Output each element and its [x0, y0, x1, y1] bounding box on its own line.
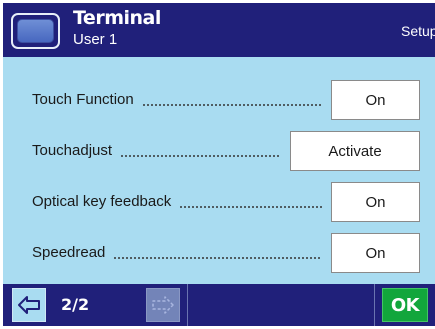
- setting-row-touchadjust: Touchadjust Activate: [3, 131, 435, 171]
- page-title: Terminal: [73, 7, 161, 29]
- setting-label: Touchadjust: [32, 141, 280, 161]
- terminal-setup-screen: Terminal User 1 Setup Touch Function On …: [3, 3, 435, 326]
- dotted-leader: [120, 155, 280, 157]
- arrow-right-disabled-icon: [152, 296, 174, 314]
- footer-bar: 2/2 OK: [3, 284, 435, 326]
- touchadjust-button[interactable]: Activate: [290, 131, 420, 171]
- previous-page-button[interactable]: [12, 288, 46, 322]
- dotted-leader: [141, 104, 322, 106]
- setting-row-optical-key-feedback: Optical key feedback On: [3, 182, 435, 222]
- setup-label: Setup: [401, 23, 435, 39]
- next-page-button[interactable]: [146, 288, 180, 322]
- setting-label: Optical key feedback: [32, 192, 322, 212]
- page-indicator: 2/2: [61, 295, 90, 314]
- ok-button[interactable]: OK: [382, 288, 428, 322]
- user-label: User 1: [73, 31, 118, 48]
- footer-divider: [374, 284, 375, 326]
- optical-key-feedback-button[interactable]: On: [331, 182, 420, 222]
- setting-row-speedread: Speedread On: [3, 233, 435, 273]
- footer-divider: [187, 284, 188, 326]
- dotted-leader: [179, 206, 322, 208]
- header-bar: Terminal User 1 Setup: [3, 3, 435, 57]
- terminal-icon-screen: [17, 19, 54, 43]
- setting-row-touch-function: Touch Function On: [3, 80, 435, 120]
- speedread-button[interactable]: On: [331, 233, 420, 273]
- dotted-leader: [113, 257, 322, 259]
- setting-label-text: Optical key feedback: [32, 193, 172, 210]
- setting-label-text: Speedread: [32, 244, 106, 261]
- setting-label-text: Touchadjust: [32, 142, 113, 159]
- setting-label: Touch Function: [32, 90, 322, 110]
- terminal-icon: [11, 13, 60, 49]
- setting-label: Speedread: [32, 243, 322, 263]
- touch-function-button[interactable]: On: [331, 80, 420, 120]
- arrow-left-icon: [18, 296, 40, 314]
- setting-label-text: Touch Function: [32, 91, 134, 108]
